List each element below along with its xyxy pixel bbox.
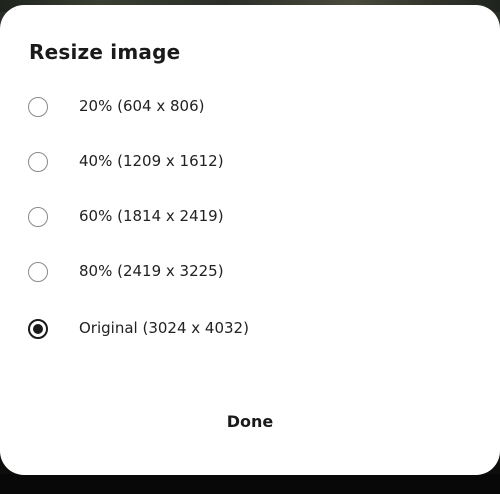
- resize-option-label: 60% (1814 x 2419): [79, 207, 224, 225]
- resize-option-20[interactable]: 20% (604 x 806): [0, 85, 500, 133]
- radio-button-original[interactable]: [28, 319, 48, 339]
- radio-button-80[interactable]: [28, 262, 48, 282]
- radio-button-40[interactable]: [28, 152, 48, 172]
- resize-option-label: 40% (1209 x 1612): [79, 152, 224, 170]
- done-button[interactable]: Done: [200, 405, 300, 439]
- resize-option-80[interactable]: 80% (2419 x 3225): [0, 250, 500, 298]
- navigation-bar: [0, 474, 500, 494]
- resize-option-label: 80% (2419 x 3225): [79, 262, 224, 280]
- dialog-title: Resize image: [29, 40, 181, 64]
- radio-button-20[interactable]: [28, 97, 48, 117]
- resize-image-dialog: Resize image 20% (604 x 806) 40% (1209 x…: [0, 5, 500, 475]
- radio-button-60[interactable]: [28, 207, 48, 227]
- resize-option-label: Original (3024 x 4032): [79, 319, 249, 337]
- resize-option-original[interactable]: Original (3024 x 4032): [0, 307, 500, 355]
- resize-option-label: 20% (604 x 806): [79, 97, 205, 115]
- resize-option-60[interactable]: 60% (1814 x 2419): [0, 195, 500, 243]
- resize-option-40[interactable]: 40% (1209 x 1612): [0, 140, 500, 188]
